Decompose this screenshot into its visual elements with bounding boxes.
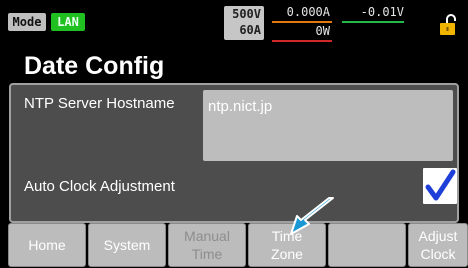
current-rating: 60A [239, 23, 261, 37]
home-button-label: Home [28, 237, 66, 253]
pointer-arrow-icon [290, 197, 334, 235]
page-title: Date Config [24, 52, 165, 80]
auto-clock-label: Auto Clock Adjustment [24, 178, 175, 195]
auto-clock-checkbox[interactable] [423, 168, 457, 204]
manual-time-button[interactable]: Manual Time [168, 223, 246, 267]
unlock-icon[interactable] [438, 14, 460, 36]
system-button[interactable]: System [88, 223, 166, 267]
current-underline [272, 21, 332, 23]
screen: Mode LAN 500V 60A 0.000A -0.01V 0W Date … [0, 0, 468, 268]
status-bar: Mode LAN 500V 60A 0.000A -0.01V 0W [0, 0, 468, 44]
manual-time-label-2: Time [191, 246, 223, 262]
adjust-clock-button[interactable]: Adjust Clock [408, 223, 468, 267]
adjust-clock-label-1: Adjust [418, 228, 458, 244]
power-underline [272, 40, 332, 42]
lan-badge: LAN [51, 13, 85, 31]
ntp-hostname-value: ntp.nict.jp [208, 98, 273, 115]
mode-badge: Mode [8, 13, 46, 31]
voltage-readout: -0.01V [360, 5, 404, 19]
manual-time-label-1: Manual [184, 228, 230, 244]
power-readout: 0W [315, 24, 330, 38]
checkmark-icon [425, 169, 456, 201]
voltage-rating: 500V [232, 7, 261, 21]
empty-button [328, 223, 406, 267]
ntp-hostname-label: NTP Server Hostname [24, 95, 175, 112]
home-button[interactable]: Home [8, 223, 86, 267]
time-zone-label-2: Zone [271, 246, 303, 262]
adjust-clock-label-2: Clock [420, 246, 456, 262]
system-button-label: System [103, 237, 151, 253]
rating-box: 500V 60A [224, 6, 264, 40]
current-readout: 0.000A [286, 5, 330, 19]
voltage-underline [342, 21, 404, 23]
